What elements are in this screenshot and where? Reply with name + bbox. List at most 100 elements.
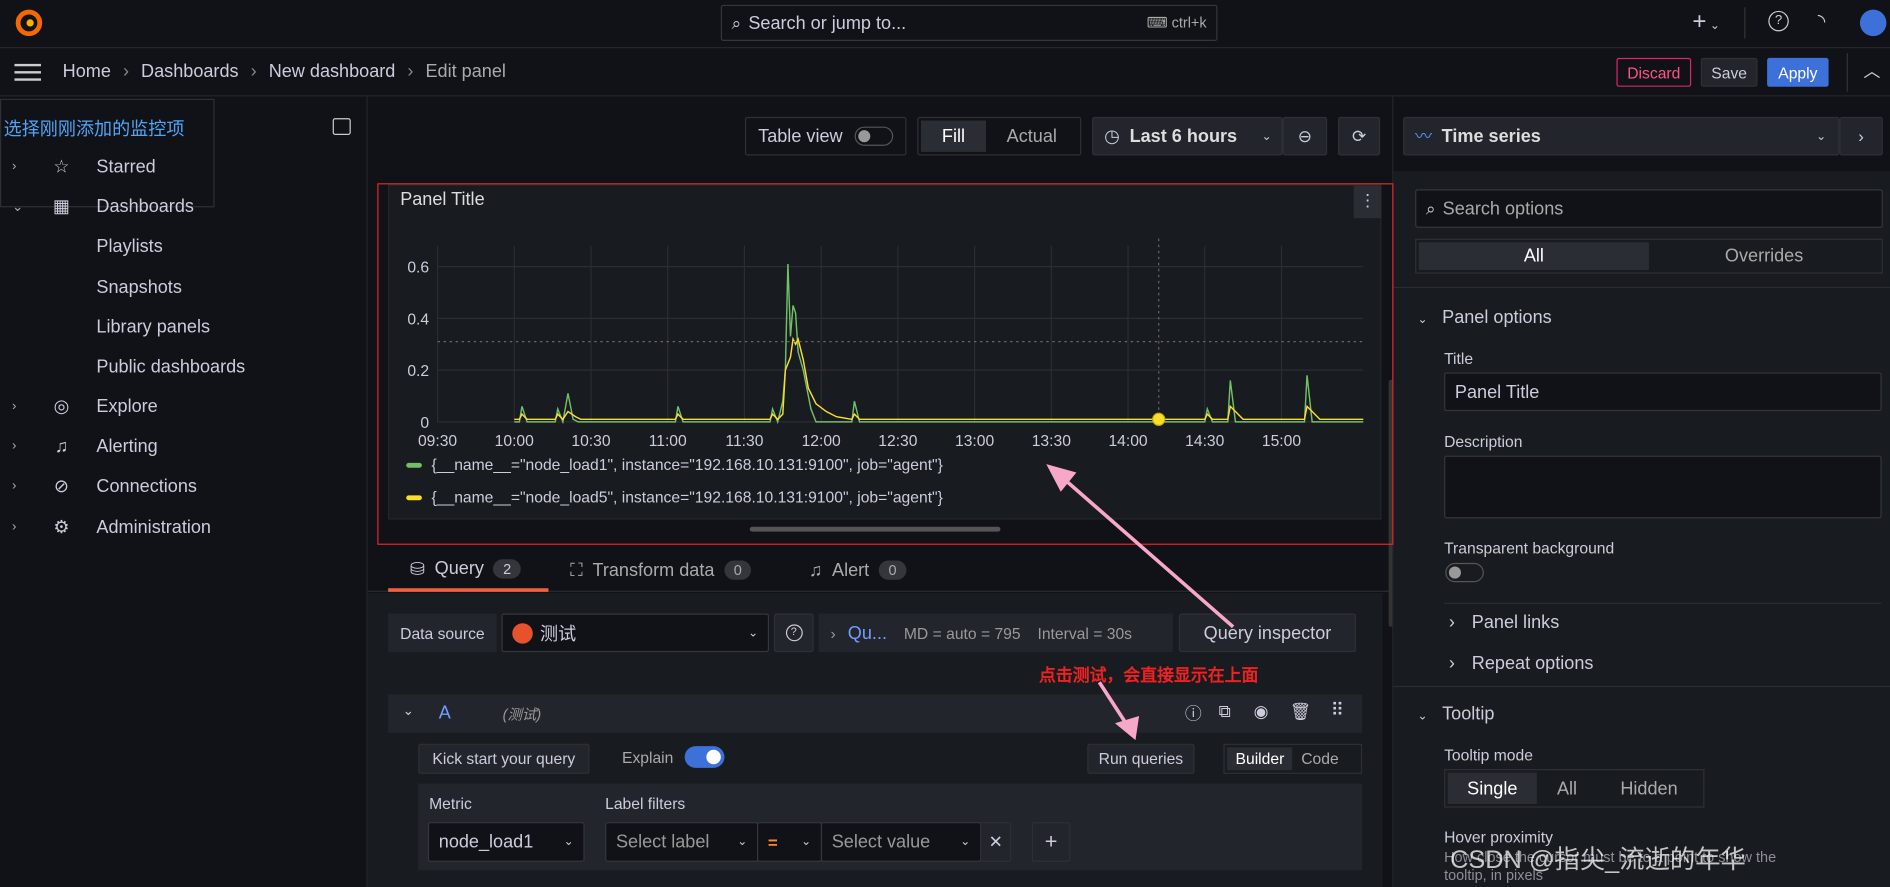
section-label: Panel options xyxy=(1442,307,1552,328)
search-icon: ⌕ xyxy=(1425,198,1436,218)
add-filter-button[interactable]: + xyxy=(1031,822,1071,862)
help-icon[interactable]: ? xyxy=(1768,10,1789,32)
collapse-icon[interactable]: ︿ xyxy=(1864,59,1881,83)
label-placeholder: Select label xyxy=(615,831,710,853)
explain-toggle[interactable] xyxy=(684,746,725,768)
search-icon: ⌕ xyxy=(731,12,742,32)
sidebar-item-label: Library panels xyxy=(96,316,211,337)
duplicate-icon[interactable]: ⧉ xyxy=(1219,702,1231,722)
tab-query[interactable]: ⛁ Query 2 xyxy=(388,548,549,592)
trash-icon[interactable]: 🗑 xyxy=(1290,702,1311,722)
menu-icon[interactable] xyxy=(14,63,41,81)
gear-icon: ⚙ xyxy=(53,517,70,538)
remove-filter-button[interactable]: ✕ xyxy=(979,822,1012,862)
query-tabs: ⛁ Query 2 ⛶ Transform data 0 ♫ Alert 0 xyxy=(367,548,1393,592)
search-options-input[interactable]: ⌕ Search options xyxy=(1415,189,1883,228)
sidebar-item-library-panels[interactable]: Library panels xyxy=(0,309,368,345)
discard-button[interactable]: Discard xyxy=(1616,57,1692,87)
description-textarea[interactable] xyxy=(1444,455,1882,519)
fill-option[interactable]: Fill xyxy=(920,120,987,152)
drag-handle-icon[interactable]: ⠿ xyxy=(1331,699,1344,720)
chevron-down-icon: ⌄ xyxy=(1261,129,1272,143)
tab-transform-data[interactable]: ⛶ Transform data 0 xyxy=(570,548,752,591)
grafana-logo-icon[interactable] xyxy=(14,8,43,37)
query-builder: Metric node_load1 ⌄ Label filters Select … xyxy=(418,783,1363,871)
datasource-help-button[interactable]: ? xyxy=(773,613,814,653)
search-bar[interactable]: ⌕ Search or jump to... ⌨ ctrl+k xyxy=(720,4,1218,41)
tab-alert[interactable]: ♫ Alert 0 xyxy=(808,548,907,591)
query-ref-id[interactable]: A xyxy=(439,703,451,723)
sidebar-item-playlists[interactable]: Playlists xyxy=(0,228,368,264)
sidebar-item-label: Public dashboards xyxy=(96,356,246,377)
zoom-out-button[interactable]: ⊖ xyxy=(1282,116,1328,156)
overrides-option[interactable]: Overrides xyxy=(1649,242,1879,270)
expand-icon[interactable]: › xyxy=(12,479,16,493)
visualization-picker[interactable]: 〰 Time series ⌄ xyxy=(1403,116,1840,156)
label-select[interactable]: Select label ⌄ xyxy=(605,822,759,862)
sidebar-item-snapshots[interactable]: Snapshots xyxy=(0,269,368,305)
collapse-icon[interactable]: ⌄ xyxy=(403,703,414,718)
avatar[interactable] xyxy=(1859,9,1887,37)
apply-button[interactable]: Apply xyxy=(1767,57,1829,87)
kick-start-button[interactable]: Kick start your query xyxy=(418,743,590,774)
time-range-picker[interactable]: ◷ Last 6 hours ⌄ xyxy=(1092,116,1283,156)
breadcrumb-home[interactable]: Home xyxy=(63,61,111,81)
query-inspector-button[interactable]: Query inspector xyxy=(1178,613,1357,653)
title-input[interactable]: Panel Title xyxy=(1444,372,1882,412)
mode-single[interactable]: Single xyxy=(1447,772,1537,805)
mode-hidden[interactable]: Hidden xyxy=(1597,773,1701,804)
panel-options-header[interactable]: ⌄ Panel options xyxy=(1418,307,1552,327)
expand-icon[interactable]: › xyxy=(12,399,16,413)
sidebar-item-administration[interactable]: › ⚙ Administration xyxy=(0,509,368,545)
transparent-toggle[interactable] xyxy=(1445,562,1484,583)
eye-icon[interactable]: ◉ xyxy=(1254,702,1269,722)
sidebar-item-public-dashboards[interactable]: Public dashboards xyxy=(0,348,368,384)
sidebar-item-explore[interactable]: › ◎ Explore xyxy=(0,388,368,424)
save-button[interactable]: Save xyxy=(1700,57,1758,87)
sidebar-item-dashboards[interactable]: ⌄ ▦ Dashboards xyxy=(0,188,368,224)
builder-option[interactable]: Builder xyxy=(1227,747,1293,771)
close-icon: ✕ xyxy=(988,831,1003,852)
mode-all[interactable]: All xyxy=(1537,773,1597,804)
bell-icon: ♫ xyxy=(54,435,69,457)
breadcrumb-dashboards[interactable]: Dashboards xyxy=(141,61,239,81)
rss-icon[interactable]: ◝ xyxy=(1818,10,1825,34)
panel-links-header[interactable]: › Panel links xyxy=(1449,612,1559,632)
sidebar-item-starred[interactable]: › ☆ Starred xyxy=(0,148,368,184)
refresh-button[interactable]: ⟳ xyxy=(1337,116,1381,156)
collapse-icon[interactable]: ⌄ xyxy=(12,198,23,213)
query-options-link[interactable]: Qu... xyxy=(848,623,887,643)
datasource-picker[interactable]: 测试 ⌄ xyxy=(501,613,770,653)
query-options[interactable]: › Qu... MD = auto = 795 Interval = 30s xyxy=(818,613,1173,653)
help-icon[interactable]: ⓘ xyxy=(1185,702,1202,726)
breadcrumb-new-dashboard[interactable]: New dashboard xyxy=(269,61,396,81)
section-label: Tooltip xyxy=(1442,703,1495,725)
value-select[interactable]: Select value ⌄ xyxy=(820,822,982,862)
tooltip-header[interactable]: ⌄ Tooltip xyxy=(1418,704,1495,724)
new-plus-button[interactable]: + ⌄ xyxy=(1692,8,1720,36)
bell-icon: ♫ xyxy=(808,559,823,581)
expand-icon[interactable]: › xyxy=(12,159,16,173)
metric-select[interactable]: node_load1 ⌄ xyxy=(427,822,585,862)
expand-icon[interactable]: › xyxy=(12,439,16,453)
actual-option[interactable]: Actual xyxy=(986,121,1078,152)
sidebar-item-label: Playlists xyxy=(96,235,163,257)
table-view-toggle[interactable]: Table view xyxy=(744,116,907,156)
section-label: Panel links xyxy=(1471,612,1560,633)
sidebar-item-connections[interactable]: › ⊘ Connections xyxy=(0,468,368,504)
dock-menu-icon[interactable] xyxy=(332,118,351,136)
repeat-options-header[interactable]: › Repeat options xyxy=(1449,653,1594,673)
operator-select[interactable]: = ⌄ xyxy=(756,822,823,862)
query-editor: Data source 测试 ⌄ ? › Qu... MD = auto = 795 I… xyxy=(367,593,1383,887)
run-queries-button[interactable]: Run queries xyxy=(1087,743,1195,774)
expand-icon[interactable]: › xyxy=(12,520,16,534)
divider xyxy=(1444,602,1882,604)
query-datasource: (测试) xyxy=(502,706,542,724)
value-placeholder: Select value xyxy=(831,831,931,853)
sidebar-item-alerting[interactable]: › ♫ Alerting xyxy=(0,428,368,464)
all-option[interactable]: All xyxy=(1418,242,1649,271)
code-option[interactable]: Code xyxy=(1293,747,1347,770)
tooltip-mode-label: Tooltip mode xyxy=(1444,746,1533,765)
datasource-name: 测试 xyxy=(540,623,577,645)
collapse-options-button[interactable]: › xyxy=(1839,116,1883,156)
